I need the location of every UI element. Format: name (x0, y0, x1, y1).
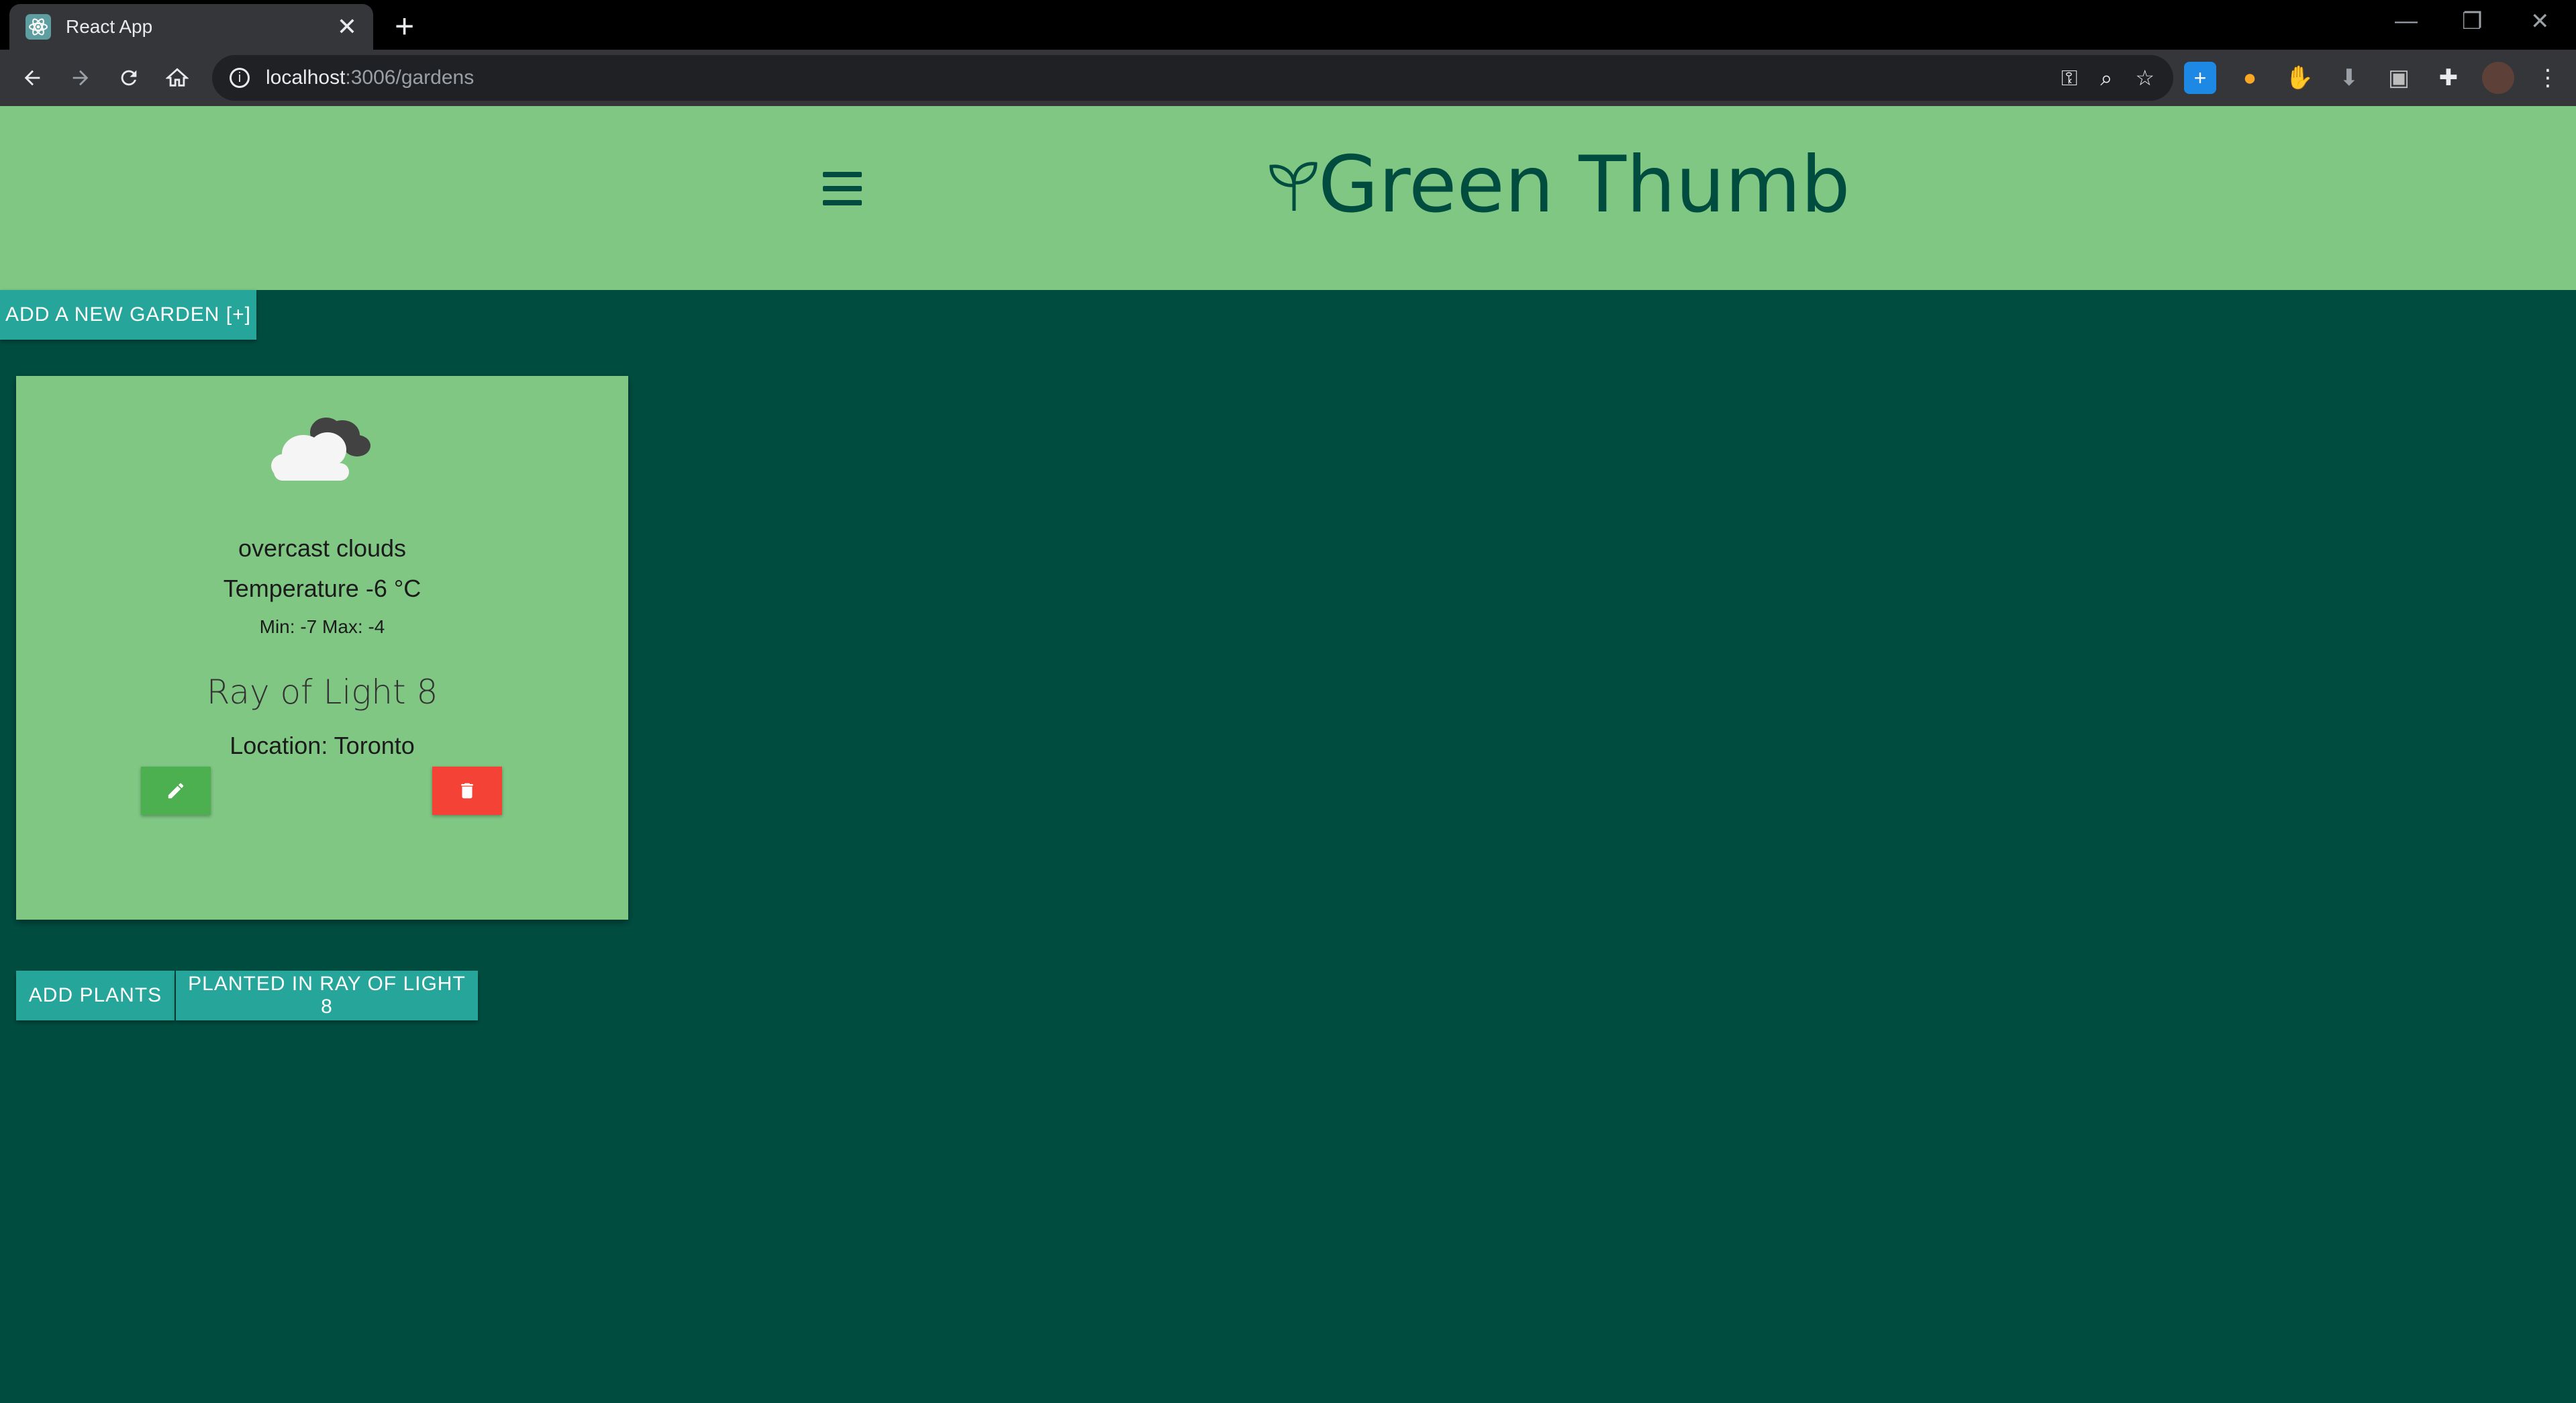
overcast-clouds-icon (271, 418, 370, 481)
bookmark-star-icon[interactable]: ☆ (2135, 66, 2154, 90)
site-info-icon[interactable]: i (230, 68, 250, 88)
restore-window-icon[interactable]: ❐ (2462, 8, 2482, 35)
app-header: Green Thumb (0, 106, 2576, 290)
garden-card: overcast clouds Temperature -6 °C Min: -… (16, 376, 628, 920)
new-tab-icon[interactable]: + (395, 9, 414, 43)
url-path: :3006/gardens (345, 66, 475, 89)
key-icon[interactable]: ⚿ (2061, 66, 2077, 90)
url-host: localhost (266, 66, 346, 89)
zoom-icon[interactable]: ⌕ (2100, 66, 2112, 90)
forward-icon[interactable] (63, 60, 98, 95)
brand: Green Thumb (1267, 146, 1850, 224)
address-bar[interactable]: i localhost:3006/gardens ⚿ ⌕ ☆ (212, 55, 2173, 101)
planted-in-garden-button[interactable]: PLANTED IN RAY OF LIGHT 8 (176, 971, 478, 1020)
colorful-extension-icon[interactable]: ● (2234, 62, 2266, 94)
puzzle-extensions-icon[interactable]: ✚ (2432, 62, 2465, 94)
sprout-icon (1269, 162, 1318, 211)
browser-tab-strip: React App ✕ + — ❐ ✕ (0, 0, 2576, 50)
plus-extension-icon[interactable]: + (2184, 62, 2216, 94)
reload-icon[interactable] (111, 60, 146, 95)
browser-tab[interactable]: React App ✕ (9, 4, 373, 50)
garden-location: Location: Toronto (230, 732, 415, 759)
react-favicon-icon (26, 14, 51, 40)
pencil-icon (168, 783, 184, 799)
add-plants-button[interactable]: ADD PLANTS (16, 971, 175, 1020)
download-extension-icon[interactable]: ⬇ (2333, 62, 2365, 94)
trash-icon (461, 783, 473, 799)
profile-avatar[interactable] (2482, 62, 2514, 94)
stop-hand-extension-icon[interactable]: ✋ (2283, 62, 2316, 94)
address-bar-actions: ⚿ ⌕ ☆ (2061, 66, 2154, 90)
temperature: Temperature -6 °C (223, 575, 422, 602)
delete-garden-button[interactable] (432, 767, 502, 815)
app-title: Green Thumb (1318, 140, 1850, 230)
browser-toolbar: i localhost:3006/gardens ⚿ ⌕ ☆ + ● ✋ ⬇ ▣… (0, 50, 2576, 106)
camera-extension-icon[interactable]: ▣ (2383, 62, 2415, 94)
minimize-window-icon[interactable]: — (2395, 8, 2418, 34)
more-menu-icon[interactable]: ⋮ (2532, 62, 2564, 94)
home-icon[interactable] (160, 60, 195, 95)
add-garden-button[interactable]: ADD A NEW GARDEN [+] (0, 290, 256, 340)
back-icon[interactable] (15, 60, 50, 95)
weather-description: overcast clouds (238, 534, 407, 562)
extensions-bar: + ● ✋ ⬇ ▣ ✚ ⋮ (2184, 62, 2564, 94)
hamburger-menu-icon[interactable] (823, 172, 862, 205)
tab-close-icon[interactable]: ✕ (337, 15, 357, 39)
tab-title: React App (66, 16, 153, 37)
edit-garden-button[interactable] (141, 767, 211, 815)
garden-name: Ray of Light 8 (206, 673, 438, 712)
close-window-icon[interactable]: ✕ (2530, 8, 2550, 35)
min-max-temperature: Min: -7 Max: -4 (259, 616, 385, 637)
